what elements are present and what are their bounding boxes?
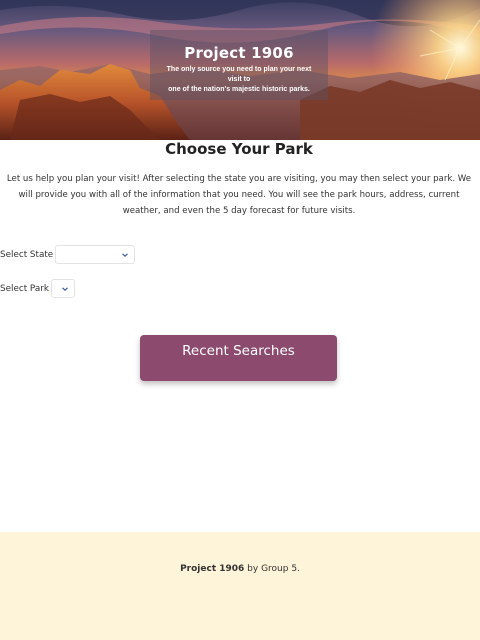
park-field-row: Select Park (0, 279, 75, 298)
hero-caption-box: Project 1906 The only source you need to… (150, 30, 328, 100)
state-field-row: Select State (0, 245, 136, 264)
recent-searches-label: Recent Searches (182, 343, 295, 359)
footer: Project 1906 by Group 5. (0, 532, 480, 640)
state-label: Select State (0, 249, 54, 260)
page-heading: Choose Your Park (165, 140, 313, 158)
chevron-down-icon (62, 286, 68, 291)
site-tagline: The only source you need to plan your ne… (150, 65, 328, 95)
tagline-line-3: one of the nation's majestic historic pa… (168, 86, 310, 93)
park-label: Select Park (0, 283, 49, 294)
hero-banner: Project 1906 The only source you need to… (0, 0, 480, 140)
park-select[interactable] (50, 279, 75, 298)
footer-brand: Project 1906 (180, 564, 245, 574)
footer-suffix: by Group 5. (244, 564, 300, 574)
state-select[interactable] (55, 245, 136, 264)
recent-searches-button[interactable]: Recent Searches (140, 335, 337, 381)
site-title: Project 1906 (184, 44, 294, 62)
tagline-line-1: The only source you need to plan your ne… (166, 66, 312, 73)
tagline-line-2: visit to (227, 76, 251, 83)
footer-credit: Project 1906 by Group 5. (0, 564, 480, 574)
intro-text: Let us help you plan your visit! After s… (6, 174, 472, 216)
chevron-down-icon (122, 252, 129, 257)
